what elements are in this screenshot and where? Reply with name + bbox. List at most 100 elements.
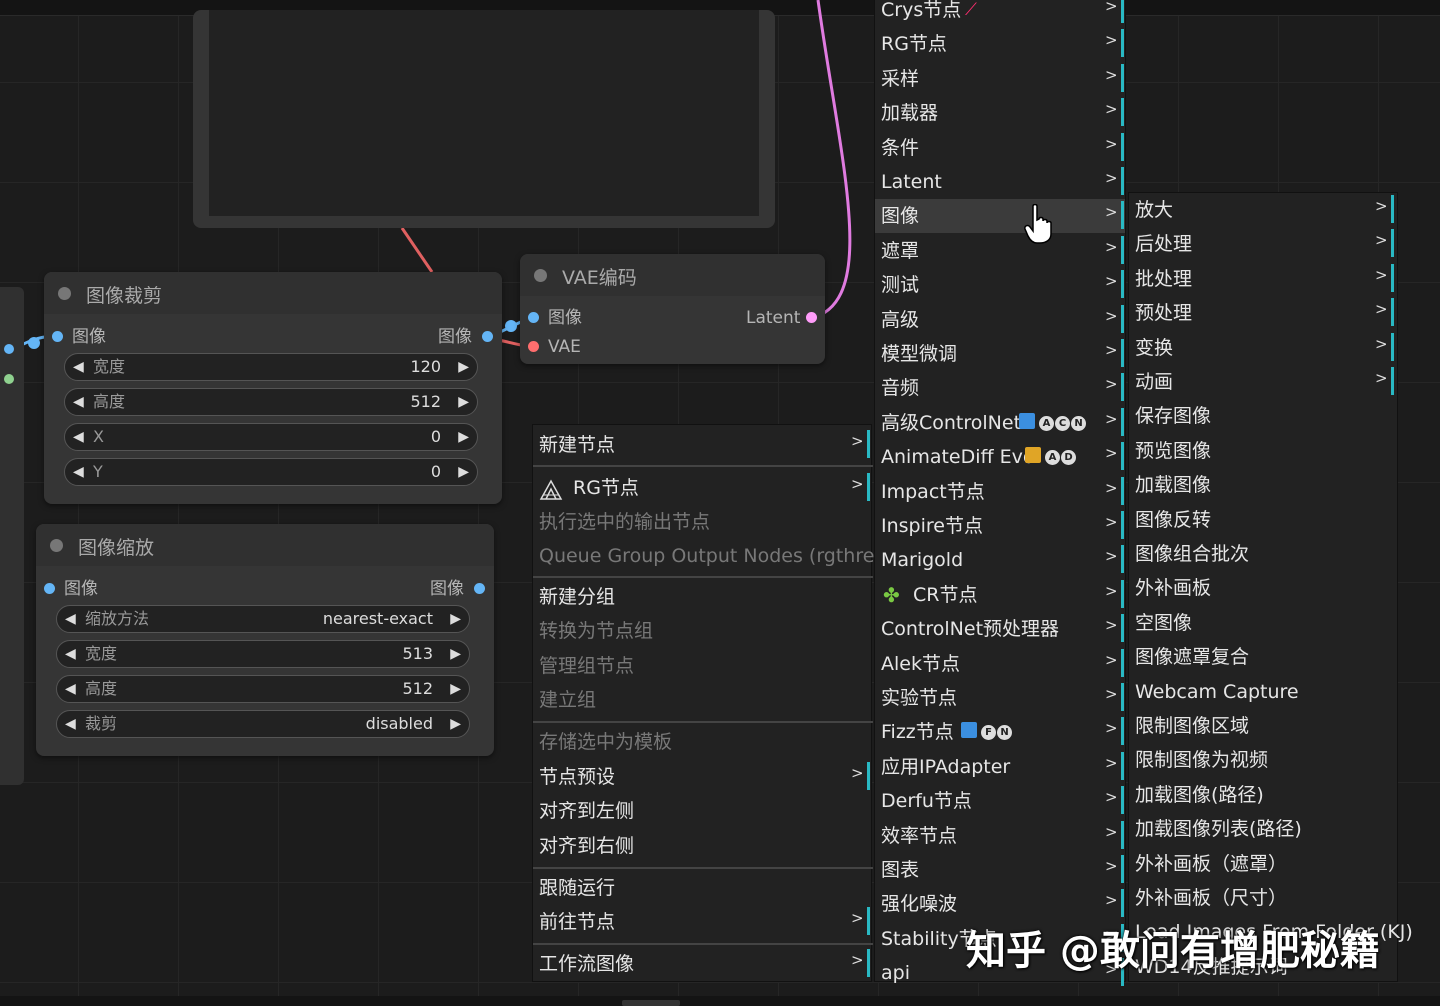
vae-encode-node[interactable]: VAE编码 图像 VAE Latent xyxy=(520,254,825,364)
category-item[interactable]: Impact节点 > xyxy=(875,475,1125,509)
decrement-arrow-icon[interactable]: ◀ xyxy=(73,424,84,450)
image-slot-dot[interactable] xyxy=(4,344,14,354)
image-subcategory-item[interactable]: 预处理 > xyxy=(1129,296,1397,330)
preview-image-node[interactable] xyxy=(193,10,775,228)
width-widget[interactable]: ◀ 宽度 120 ▶ xyxy=(64,353,478,381)
height-widget[interactable]: ◀ 高度 512 ▶ xyxy=(56,675,470,703)
image-crop-node[interactable]: 图像裁剪 图像 图像 ◀ 宽度 120 ▶ ◀ 高度 512 ▶ ◀ X 0 ▶… xyxy=(44,272,502,504)
image-scale-node[interactable]: 图像缩放 图像 图像 ◀ 缩放方法 nearest-exact ▶ ◀ 宽度 5… xyxy=(36,524,494,756)
node-header[interactable]: 图像缩放 xyxy=(36,524,494,566)
decrement-arrow-icon[interactable]: ◀ xyxy=(73,354,84,380)
category-item[interactable]: 条件 > xyxy=(875,131,1125,165)
category-item[interactable]: 效率节点 > xyxy=(875,819,1125,853)
image-subcategory-item[interactable]: 后处理 > xyxy=(1129,227,1397,261)
increment-arrow-icon[interactable]: ▶ xyxy=(450,676,461,702)
image-subcategory-item[interactable]: 放大 > xyxy=(1129,193,1397,227)
image-node-item[interactable]: 图像组合批次 xyxy=(1129,537,1397,571)
input-dot[interactable] xyxy=(528,341,539,352)
category-item[interactable]: Crys节点 ⟋ > xyxy=(875,0,1125,27)
output-slot-latent[interactable]: Latent xyxy=(746,307,818,329)
input-dot[interactable] xyxy=(44,583,55,594)
category-item[interactable]: 高级ControlNet A C N > xyxy=(875,406,1125,440)
category-item[interactable]: 采样 > xyxy=(875,62,1125,96)
image-node-item[interactable]: 加载图像列表(路径) xyxy=(1129,812,1397,846)
category-item[interactable]: 高级 > xyxy=(875,303,1125,337)
menu-item-follow-run[interactable]: 跟随运行 xyxy=(533,871,873,905)
menu-item-align-right[interactable]: 对齐到右侧 xyxy=(533,829,873,863)
image-node-item[interactable]: 预览图像 xyxy=(1129,434,1397,468)
image-node-item[interactable]: 外补画板（尺寸） xyxy=(1129,881,1397,915)
category-item[interactable]: Derfu节点 > xyxy=(875,784,1125,818)
category-item[interactable]: 强化噪波 > xyxy=(875,887,1125,921)
category-item[interactable]: 测试 > xyxy=(875,268,1125,302)
increment-arrow-icon[interactable]: ▶ xyxy=(458,354,469,380)
collapse-dot[interactable] xyxy=(50,539,63,552)
category-item[interactable]: AnimateDiff Evo A D > xyxy=(875,440,1125,474)
category-item[interactable]: Marigold > xyxy=(875,543,1125,577)
category-item[interactable]: RG节点 > xyxy=(875,27,1125,61)
x-widget[interactable]: ◀ X 0 ▶ xyxy=(64,423,478,451)
height-widget[interactable]: ◀ 高度 512 ▶ xyxy=(64,388,478,416)
menu-item-rg-nodes[interactable]: RG节点 > xyxy=(533,471,873,505)
y-widget[interactable]: ◀ Y 0 ▶ xyxy=(64,458,478,486)
output-dot[interactable] xyxy=(482,331,493,342)
image-subcategory-item[interactable]: 变换 > xyxy=(1129,331,1397,365)
node-header[interactable]: VAE编码 xyxy=(520,254,825,296)
increment-arrow-icon[interactable]: ▶ xyxy=(450,641,461,667)
increment-arrow-icon[interactable]: ▶ xyxy=(450,711,461,737)
output-slot-dot[interactable] xyxy=(4,374,14,384)
decrement-arrow-icon[interactable]: ◀ xyxy=(73,389,84,415)
decrement-arrow-icon[interactable]: ◀ xyxy=(73,459,84,485)
image-subcategory-item[interactable]: 动画 > xyxy=(1129,365,1397,399)
output-slot[interactable]: 图像 xyxy=(434,326,494,348)
image-node-item[interactable]: 外补画板（遮罩） xyxy=(1129,847,1397,881)
category-item[interactable]: Latent > xyxy=(875,165,1125,199)
category-item[interactable]: 图表 > xyxy=(875,853,1125,887)
category-item[interactable]: ControlNet预处理器 > xyxy=(875,612,1125,646)
image-node-item[interactable]: 图像反转 xyxy=(1129,503,1397,537)
offscreen-node[interactable] xyxy=(0,287,24,785)
category-item[interactable]: 图像 > xyxy=(875,199,1125,233)
menu-item-new-group[interactable]: 新建分组 xyxy=(533,580,873,614)
scale-method-widget[interactable]: ◀ 缩放方法 nearest-exact ▶ xyxy=(56,605,470,633)
increment-arrow-icon[interactable]: ▶ xyxy=(458,459,469,485)
menu-item-new-node[interactable]: 新建节点 > xyxy=(533,428,873,462)
category-item[interactable]: 应用IPAdapter > xyxy=(875,750,1125,784)
menu-item-node-presets[interactable]: 节点预设 > xyxy=(533,760,873,794)
menu-item-goto-node[interactable]: 前往节点 > xyxy=(533,905,873,939)
increment-arrow-icon[interactable]: ▶ xyxy=(458,424,469,450)
width-widget[interactable]: ◀ 宽度 513 ▶ xyxy=(56,640,470,668)
image-node-item[interactable]: 保存图像 xyxy=(1129,399,1397,433)
category-item[interactable]: Inspire节点 > xyxy=(875,509,1125,543)
crop-widget[interactable]: ◀ 裁剪 disabled ▶ xyxy=(56,710,470,738)
category-item[interactable]: 遮罩 > xyxy=(875,234,1125,268)
node-header[interactable]: 图像裁剪 xyxy=(44,272,502,314)
output-dot[interactable] xyxy=(474,583,485,594)
collapse-dot[interactable] xyxy=(534,269,547,282)
image-node-item[interactable]: 限制图像区域 xyxy=(1129,709,1397,743)
collapse-dot[interactable] xyxy=(58,287,71,300)
decrement-arrow-icon[interactable]: ◀ xyxy=(65,641,76,667)
input-dot[interactable] xyxy=(528,312,539,323)
increment-arrow-icon[interactable]: ▶ xyxy=(450,606,461,632)
image-node-item[interactable]: 外补画板 xyxy=(1129,571,1397,605)
input-dot[interactable] xyxy=(52,331,63,342)
category-item[interactable]: Alek节点 > xyxy=(875,647,1125,681)
image-node-item[interactable]: 加载图像(路径) xyxy=(1129,778,1397,812)
image-node-item[interactable]: 图像遮罩复合 xyxy=(1129,640,1397,674)
image-node-item[interactable]: 限制图像为视频 xyxy=(1129,743,1397,777)
decrement-arrow-icon[interactable]: ◀ xyxy=(65,711,76,737)
output-dot[interactable] xyxy=(806,312,817,323)
category-item[interactable]: Fizz节点 F N > xyxy=(875,715,1125,749)
increment-arrow-icon[interactable]: ▶ xyxy=(458,389,469,415)
decrement-arrow-icon[interactable]: ◀ xyxy=(65,606,76,632)
image-subcategory-item[interactable]: 批处理 > xyxy=(1129,262,1397,296)
category-item[interactable]: CR节点 ✤ > xyxy=(875,578,1125,612)
menu-item-workflow-image[interactable]: 工作流图像 > xyxy=(533,947,873,981)
category-item[interactable]: 模型微调 > xyxy=(875,337,1125,371)
image-node-item[interactable]: 空图像 xyxy=(1129,606,1397,640)
decrement-arrow-icon[interactable]: ◀ xyxy=(65,676,76,702)
menu-item-align-left[interactable]: 对齐到左侧 xyxy=(533,794,873,828)
output-slot[interactable]: 图像 xyxy=(426,578,486,600)
image-node-item[interactable]: 加载图像 xyxy=(1129,468,1397,502)
